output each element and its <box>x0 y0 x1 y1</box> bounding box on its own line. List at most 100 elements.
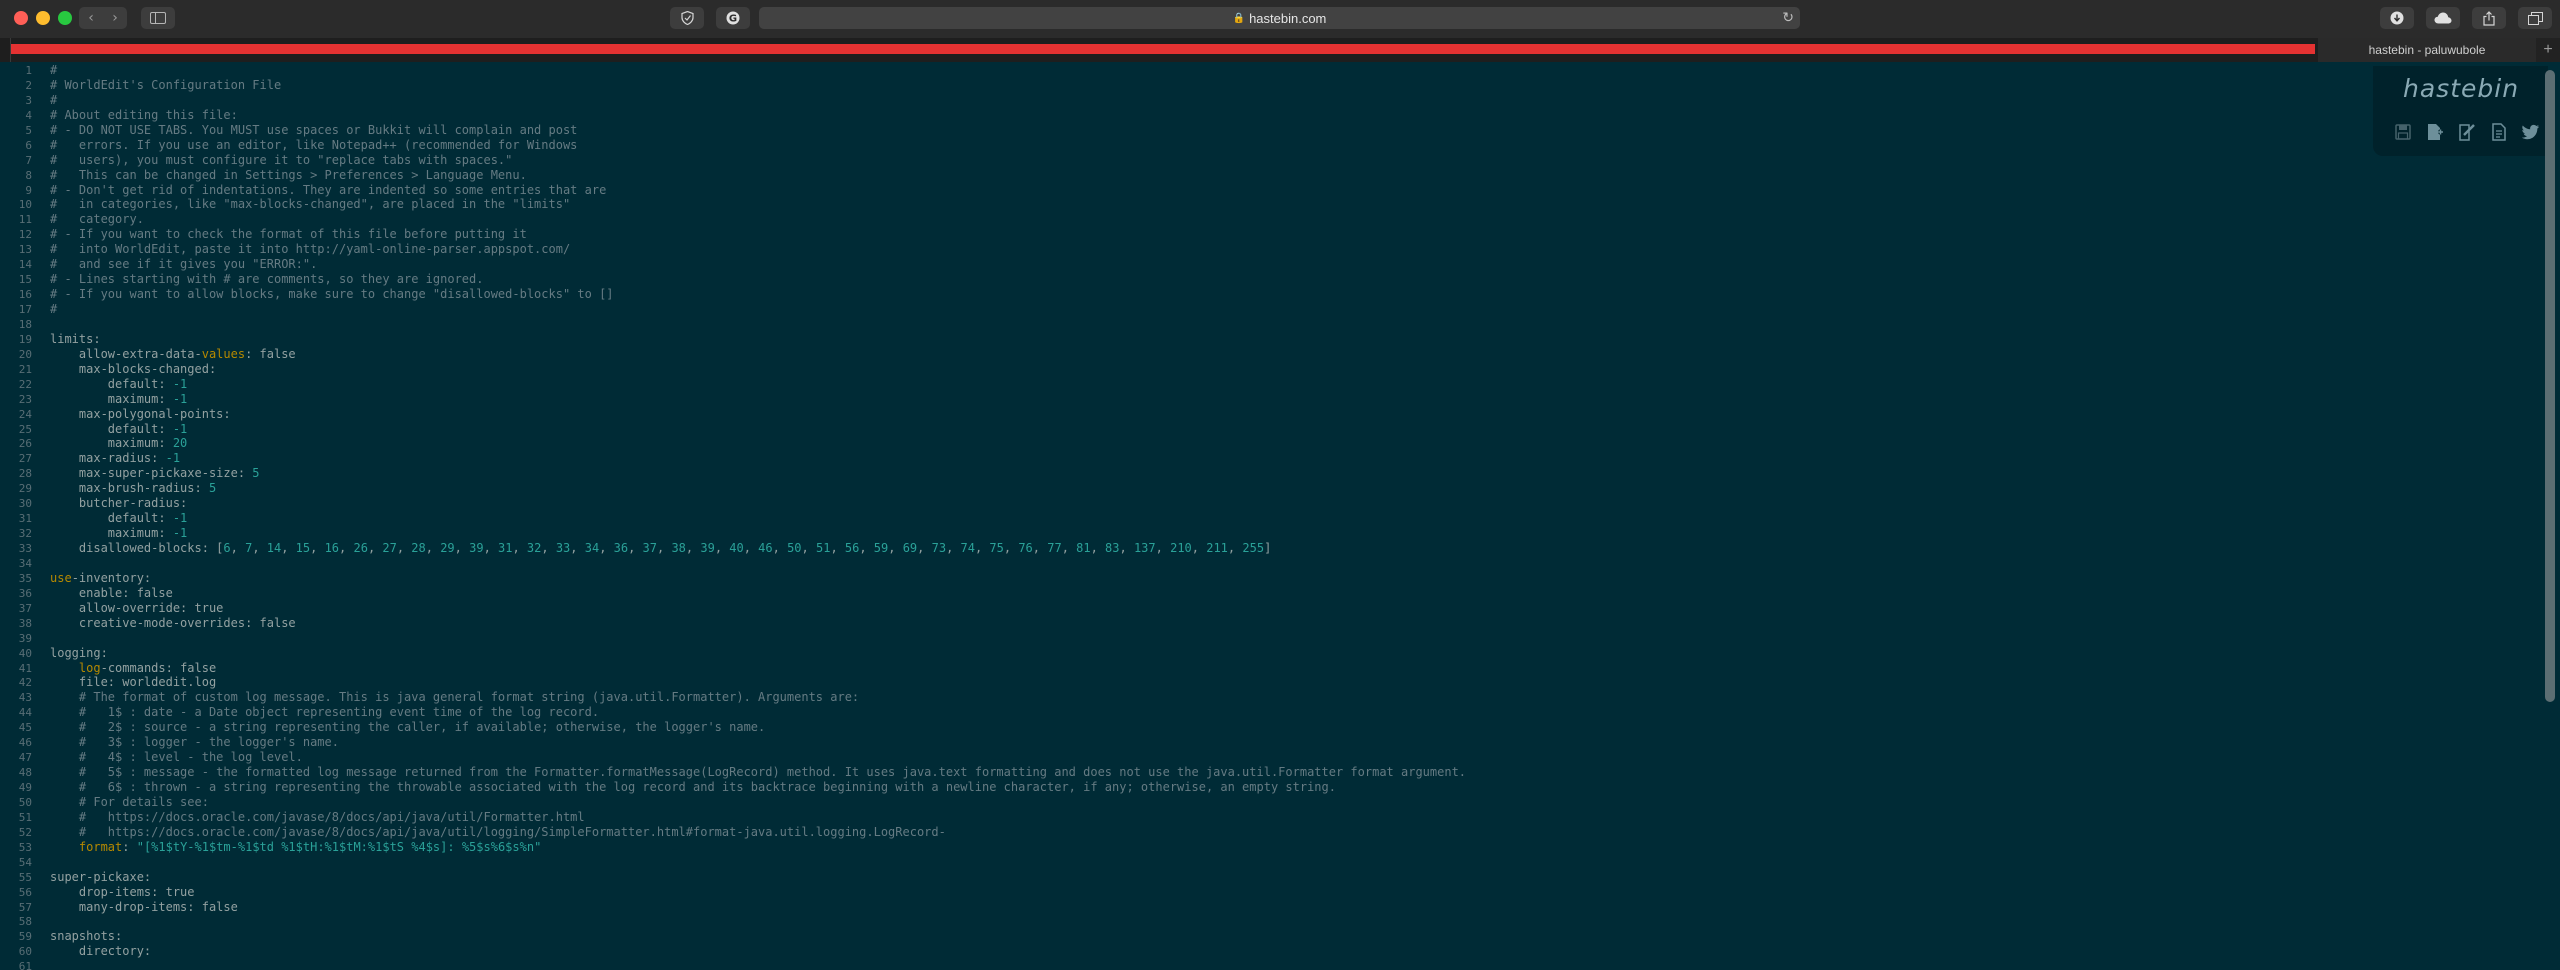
code-token: # 6$ : thrown - a string representing th… <box>50 780 1336 794</box>
code-token: , <box>1032 541 1048 555</box>
reload-icon[interactable]: ↻ <box>1782 9 1794 26</box>
code-token: , <box>541 541 556 555</box>
share-button[interactable] <box>2472 7 2506 29</box>
code-token: 50 <box>787 541 802 555</box>
line-number: 26 <box>18 437 32 451</box>
hastebin-logo: hastebin <box>2403 74 2520 103</box>
code-token: allow-extra-data- <box>50 346 202 361</box>
cloud-icon <box>2434 12 2452 24</box>
code-line: 11 # category. <box>0 212 2540 227</box>
code-token: 255 <box>1242 541 1265 555</box>
line-number: 57 <box>18 900 32 914</box>
code-line: 30 butcher-radius: <box>0 496 2540 511</box>
icloud-tabs-button[interactable] <box>2426 7 2460 29</box>
code-token: "[%1$tY-%1$tm-%1$td %1$tH:%1$tM:%1$tS %4… <box>136 839 542 854</box>
code-token: 76 <box>1018 541 1033 555</box>
code-token: 37 <box>642 541 657 555</box>
line-number: 20 <box>18 347 32 361</box>
duplicate-icon[interactable] <box>2456 121 2478 143</box>
twitter-icon[interactable] <box>2520 121 2542 143</box>
tab-overview-button[interactable] <box>2518 7 2552 29</box>
code-token: 5 <box>252 466 260 481</box>
code-token: -1 <box>172 526 188 541</box>
code-token: many-drop-items: false <box>50 899 238 914</box>
code-line: 31 default: -1 <box>0 511 2540 526</box>
raw-icon[interactable] <box>2488 121 2510 143</box>
line-number: 24 <box>18 407 32 421</box>
line-number: 30 <box>18 497 32 511</box>
code-token: , <box>339 541 354 555</box>
line-number: 27 <box>18 452 32 466</box>
code-token: # <box>50 63 58 77</box>
code-token: , <box>599 541 614 555</box>
code-token: -1 <box>165 451 181 466</box>
code-token: # - Lines starting with # are comments, … <box>50 272 484 287</box>
new-icon[interactable] <box>2424 121 2446 143</box>
code-line: 14 # and see if it gives you "ERROR:". <box>0 257 2540 272</box>
code-token: 5 <box>208 481 217 496</box>
line-number: 61 <box>18 960 32 970</box>
code-token: 16 <box>324 541 340 555</box>
back-button[interactable]: ‹ <box>79 10 103 26</box>
code-token: , <box>396 541 412 555</box>
line-number: 29 <box>18 482 32 496</box>
code-token: 40 <box>729 541 744 555</box>
code-token: super-pickaxe: <box>50 869 152 884</box>
code-token: 33 <box>555 541 571 555</box>
vertical-scrollbar[interactable] <box>2545 70 2555 702</box>
code-token: # in categories, like "max-blocks-change… <box>50 197 571 212</box>
downloads-button[interactable] <box>2380 7 2414 29</box>
line-number: 44 <box>18 706 32 720</box>
sidebar-toggle-button[interactable] <box>141 7 175 29</box>
line-number: 47 <box>18 751 32 765</box>
code-line: 45 # 2$ : source - a string representing… <box>0 720 2540 735</box>
close-window-button[interactable] <box>14 11 28 25</box>
code-token: , <box>310 541 325 555</box>
line-number: 12 <box>18 228 32 242</box>
line-number: 33 <box>18 542 32 555</box>
code-token: 73 <box>931 541 947 555</box>
code-token: , <box>1003 541 1019 555</box>
line-number: 28 <box>18 467 32 481</box>
new-tab-button[interactable]: + <box>2536 38 2560 62</box>
tab-hastebin[interactable]: hastebin - paluwubole <box>2318 38 2536 62</box>
code-line: 35 use-inventory: <box>0 571 2540 586</box>
line-number: 16 <box>18 288 32 302</box>
save-icon[interactable] <box>2392 121 2414 143</box>
code-token: # 3$ : logger - the logger's name. <box>50 735 339 750</box>
code-token: , <box>1227 541 1243 555</box>
svg-text:G: G <box>729 14 737 25</box>
code-token: 56 <box>844 541 860 555</box>
line-number: 58 <box>18 915 32 929</box>
code-line: 26 maximum: 20 <box>0 436 2540 451</box>
nav-buttons: ‹ › <box>79 7 127 29</box>
code-token: allow-override: true <box>50 600 224 615</box>
code-token: 14 <box>266 541 282 555</box>
code-token: use <box>50 570 72 585</box>
line-number: 49 <box>18 781 32 794</box>
maximize-window-button[interactable] <box>58 11 72 25</box>
code-token: drop-items: true <box>50 884 195 899</box>
minimize-window-button[interactable] <box>36 11 50 25</box>
line-number: 6 <box>25 138 32 152</box>
code-line: 20 allow-extra-data-values: false <box>0 347 2540 362</box>
code-token: , <box>685 541 701 555</box>
code-line: 42 file: worldedit.log <box>0 675 2540 690</box>
forward-button[interactable]: › <box>103 10 127 26</box>
code-line: 39 <box>0 631 2540 646</box>
code-line: 13 # into WorldEdit, paste it into http:/… <box>0 242 2540 257</box>
line-number: 40 <box>18 646 32 660</box>
address-bar[interactable]: 🔒 hastebin.com ↻ <box>759 7 1800 29</box>
grammarly-extension-button[interactable]: G <box>716 7 750 29</box>
code-editor[interactable]: 1 #2 # WorldEdit's Configuration File 3 #4 # … <box>0 63 2540 970</box>
code-token: 83 <box>1105 541 1120 555</box>
line-number: 17 <box>18 303 32 316</box>
privacy-shield-button[interactable] <box>670 7 704 29</box>
hastebin-toolbox: hastebin <box>2373 66 2548 156</box>
code-token: , <box>917 541 932 555</box>
code-line: 36 enable: false <box>0 586 2540 601</box>
code-line: 57 many-drop-items: false <box>0 900 2540 915</box>
code-token: maximum: <box>50 526 173 541</box>
code-token: , <box>946 541 961 555</box>
line-number: 52 <box>18 825 32 839</box>
